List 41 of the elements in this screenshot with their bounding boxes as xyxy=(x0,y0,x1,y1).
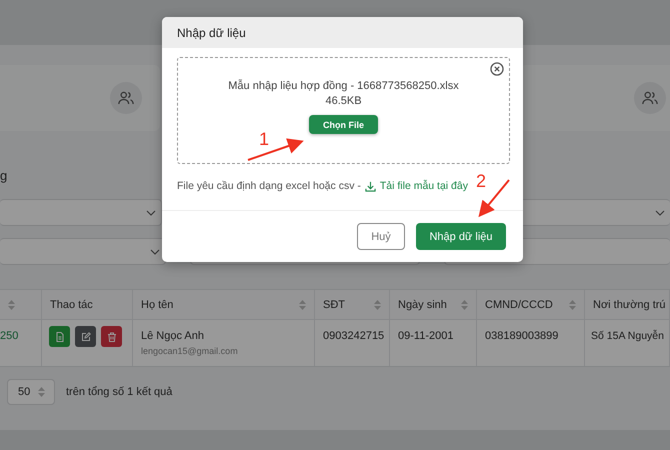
trash-icon xyxy=(106,332,116,342)
section-heading: g xyxy=(0,168,8,183)
download-icon xyxy=(364,180,376,192)
edit-button[interactable] xyxy=(75,326,96,347)
filter-select[interactable] xyxy=(0,238,166,265)
table-cell: 09-11-2001 xyxy=(398,330,454,342)
import-button[interactable]: Nhập dữ liệu xyxy=(416,223,506,250)
close-icon[interactable] xyxy=(490,62,504,76)
step-number: 1 xyxy=(259,130,270,148)
result-summary: trên tổng số 1 kết quả xyxy=(66,386,172,398)
document-icon xyxy=(54,332,64,342)
table-cell: 0903242715 xyxy=(323,330,384,342)
people-icon xyxy=(634,82,666,114)
chevron-down-icon xyxy=(655,210,665,216)
choose-file-button[interactable]: Chọn File xyxy=(309,115,378,134)
page-size-select[interactable]: 50 xyxy=(7,379,55,405)
column-header[interactable]: Ngày sinh xyxy=(390,290,477,320)
chevron-down-icon xyxy=(150,249,160,255)
table-cell: 038189003899 xyxy=(485,330,558,342)
format-note: File yêu cầu định dạng excel hoặc csv - xyxy=(177,180,361,192)
dialog-title: Nhập dữ liệu xyxy=(177,26,246,40)
step-number: 2 xyxy=(476,172,486,190)
stepper-icon xyxy=(38,387,45,397)
people-icon xyxy=(110,82,142,114)
delete-button[interactable] xyxy=(101,326,122,347)
table-cell-text: Lê Ngọc Anh xyxy=(141,330,205,342)
chevron-down-icon xyxy=(146,210,156,216)
column-header[interactable]: CMND/CCCD xyxy=(477,290,585,320)
column-header[interactable]: SĐT xyxy=(315,290,390,320)
table-cell-text: lengocan15@gmail.com xyxy=(141,346,239,356)
column-header[interactable]: Thao tác xyxy=(42,290,133,320)
file-name: Mẫu nhập liệu hợp đồng - 1668773568250.xlsx xyxy=(228,80,459,92)
column-header[interactable]: Nơi thường trú xyxy=(585,290,670,320)
cancel-button[interactable]: Huỷ xyxy=(357,223,405,250)
edit-icon xyxy=(80,332,90,342)
view-button[interactable] xyxy=(49,326,70,347)
column-header[interactable]: Họ tên xyxy=(133,290,315,320)
table-cell: Số 15A Nguyễn xyxy=(591,330,664,342)
download-template-link[interactable]: Tải file mẫu tại đây xyxy=(380,180,468,192)
table-cell: 250 xyxy=(0,330,18,342)
file-size: 46.5KB xyxy=(325,95,362,107)
